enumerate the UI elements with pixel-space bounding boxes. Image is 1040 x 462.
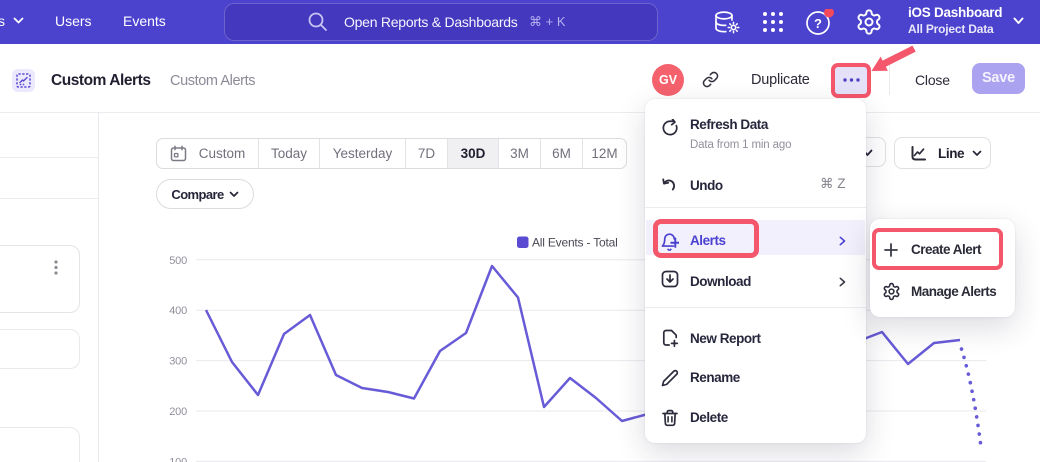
svg-text:?: ? — [814, 16, 822, 31]
svg-text:200: 200 — [169, 406, 187, 418]
svg-text:All Events - Total: All Events - Total — [532, 236, 618, 250]
svg-text:100: 100 — [169, 456, 187, 462]
svg-text:400: 400 — [169, 305, 187, 317]
svg-text:300: 300 — [169, 356, 187, 368]
svg-text:500: 500 — [169, 255, 187, 267]
